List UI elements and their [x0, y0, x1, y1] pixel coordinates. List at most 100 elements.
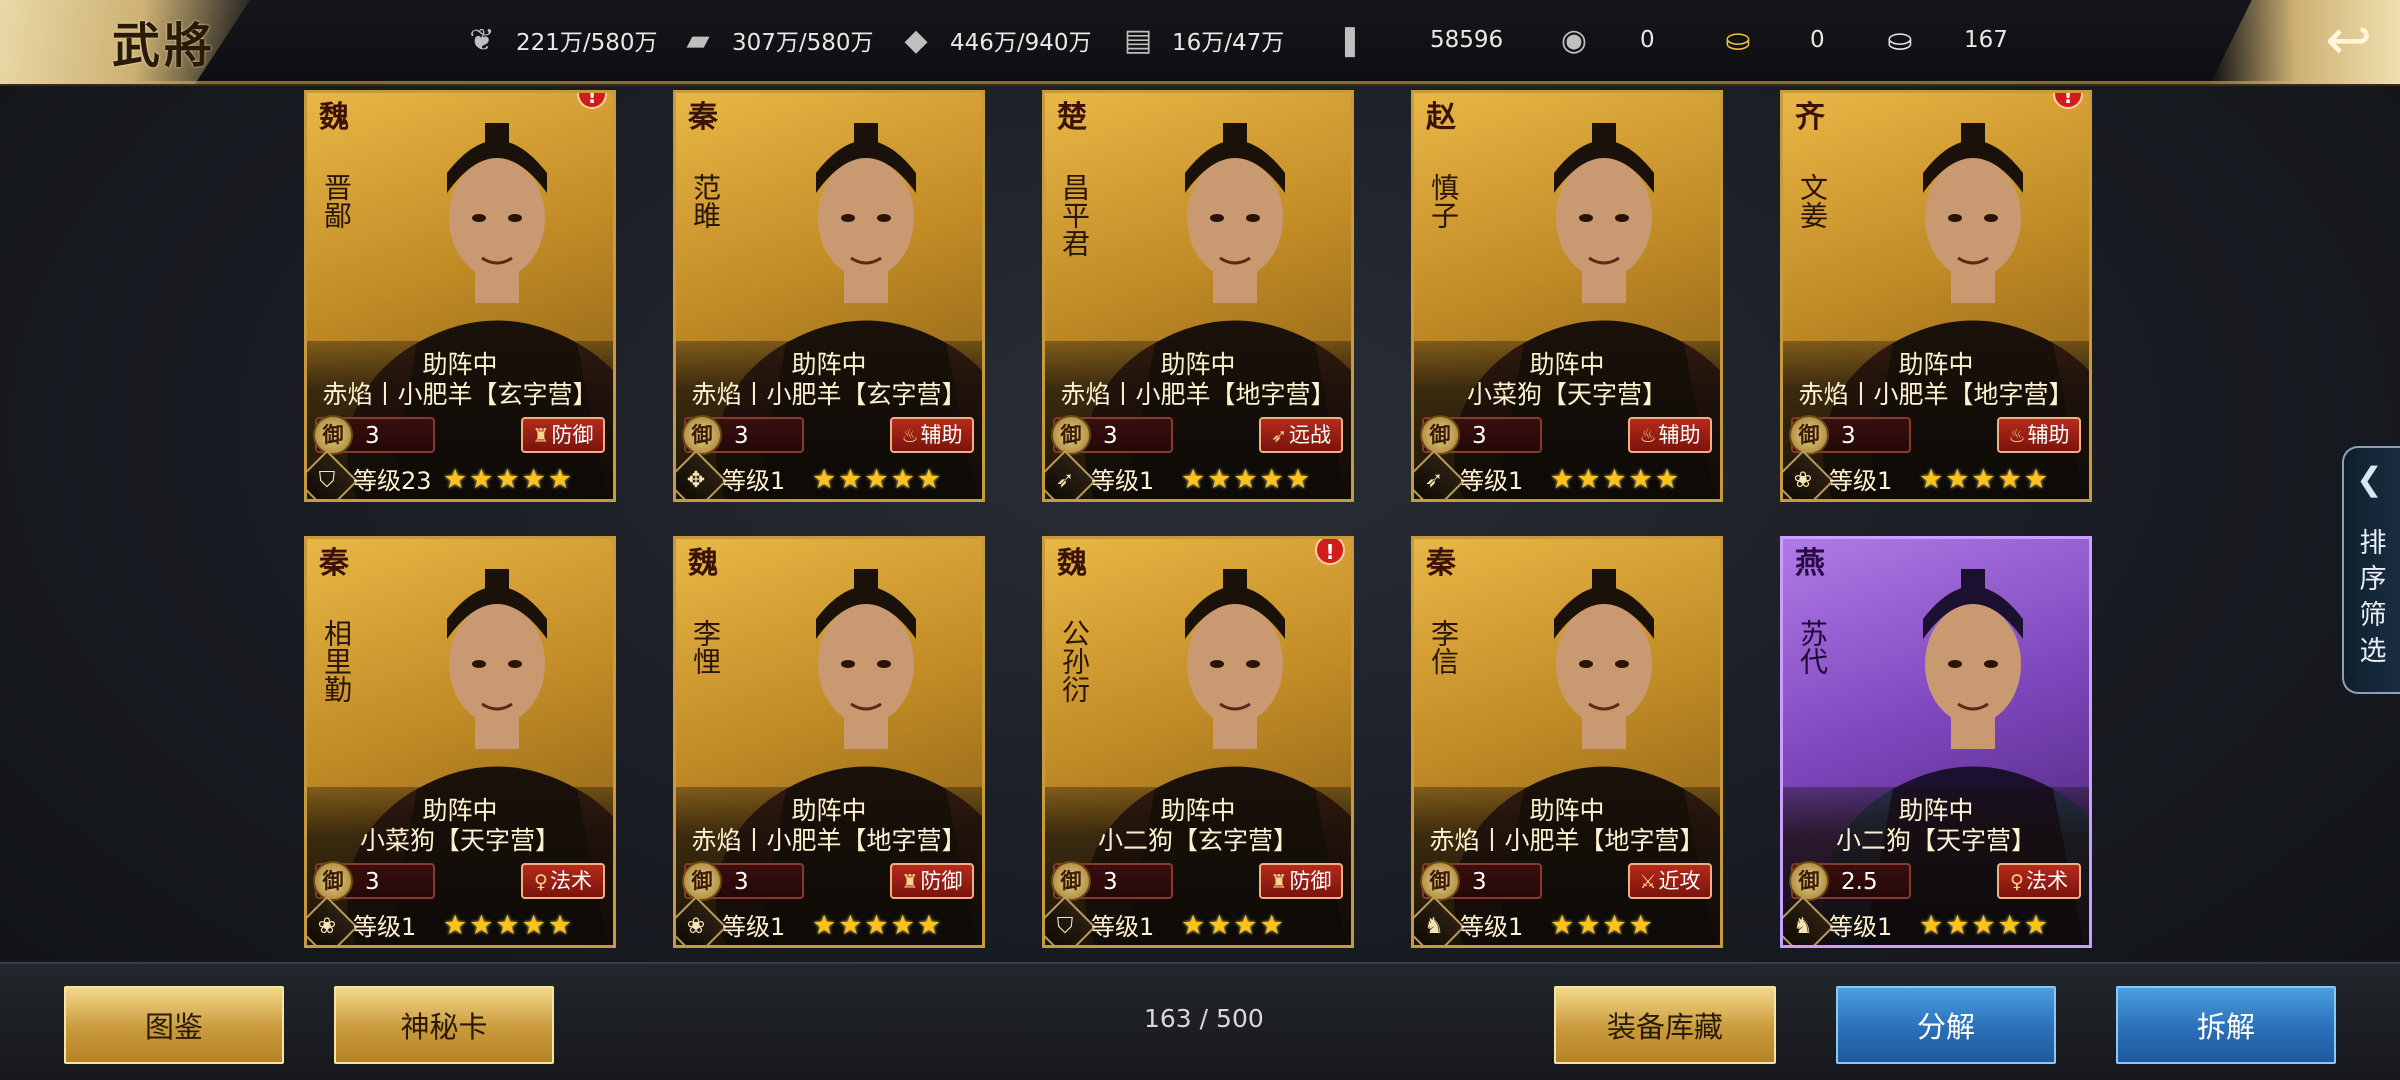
return-arrow-icon: ↩ — [2325, 8, 2372, 73]
general-card[interactable]: 秦 范雎 助阵中 赤焰丨小肥羊【玄字营】 御 3 ♨辅助 ✥ 等级1 ★★★★★ — [673, 90, 985, 502]
cost-box: 御 3 — [313, 415, 435, 455]
resource-food-value: 221万/580万 — [516, 30, 658, 56]
general-card[interactable]: 燕 苏代 助阵中 小二狗【天字营】 御 2.5 ♀法术 ♞ 等级1 ★★★★★ — [1780, 536, 2092, 948]
general-info-panel: 助阵中 赤焰丨小肥羊【玄字营】 御 3 ♜防御 ⛉ 等级23 ★★★★★ — [307, 341, 613, 499]
type-glyph: ⛉ — [1056, 914, 1074, 939]
cost-value: 3 — [1841, 423, 1856, 449]
kingdom-badge: 秦 — [1426, 546, 1456, 581]
cost-badge-icon: 御 — [682, 415, 722, 455]
decompose-button[interactable]: 分解 — [1836, 986, 2056, 1064]
shield-type-icon: ⛉ — [1045, 895, 1097, 945]
role-icon: ♨ — [1639, 425, 1657, 447]
kingdom-badge: 秦 — [688, 100, 718, 135]
star-rating: ★★★★★ — [1550, 464, 1682, 495]
role-label: 法术 — [549, 869, 592, 893]
team-label: 赤焰丨小肥羊【地字营】 — [1060, 380, 1336, 409]
level-label: 等级1 — [1460, 467, 1524, 495]
level-row: ⛉ 等级23 ★★★★★ — [307, 449, 613, 499]
cost-value: 3 — [734, 869, 749, 895]
role-tag: ⚔近攻 — [1628, 863, 1712, 899]
star-rating: ★★★★★ — [1919, 464, 2051, 495]
role-icon: ♜ — [532, 425, 550, 447]
bow-type-icon: ➶ — [1414, 449, 1466, 499]
role-icon: ♜ — [1270, 871, 1288, 893]
general-info-panel: 助阵中 小二狗【玄字营】 御 3 ♜防御 ⛉ 等级1 ★★★★ — [1045, 787, 1351, 945]
cost-value: 2.5 — [1841, 869, 1878, 895]
kingdom-badge: 楚 — [1057, 100, 1087, 135]
wheat-icon: ❦ — [469, 22, 495, 58]
role-tag: ♀法术 — [1997, 863, 2081, 899]
general-card[interactable]: 魏 晋鄙 ! 助阵中 赤焰丨小肥羊【玄字营】 御 3 ♜防御 ⛉ 等级23 ★★… — [304, 90, 616, 502]
general-info-panel: 助阵中 赤焰丨小肥羊【地字营】 御 3 ♜防御 ❀ 等级1 ★★★★★ — [676, 787, 982, 945]
type-glyph: ♞ — [1793, 914, 1813, 939]
kingdom-badge: 赵 — [1426, 100, 1456, 135]
general-card[interactable]: 魏 公孙衍 ! 助阵中 小二狗【玄字营】 御 3 ♜防御 ⛉ 等级1 ★★★★ — [1042, 536, 1354, 948]
general-card[interactable]: 赵 慎子 助阵中 小菜狗【天字营】 御 3 ♨辅助 ➶ 等级1 ★★★★★ — [1411, 90, 1723, 502]
role-icon: ♜ — [901, 871, 919, 893]
role-label: 辅助 — [920, 423, 963, 447]
role-label: 远战 — [1288, 423, 1331, 447]
general-name: 慎子 — [1427, 173, 1460, 229]
general-card[interactable]: 秦 相里勤 助阵中 小菜狗【天字营】 御 3 ♀法术 ❀ 等级1 ★★★★★ — [304, 536, 616, 948]
type-glyph: ❀ — [686, 914, 706, 939]
level-row: ⛉ 等级1 ★★★★ — [1045, 895, 1351, 945]
lotus-type-icon: ❀ — [307, 895, 359, 945]
cost-badge-icon: 御 — [1789, 861, 1829, 901]
equipment-storage-button[interactable]: 装备库藏 — [1554, 986, 1776, 1064]
compass-type-icon: ✥ — [676, 449, 728, 499]
level-label: 等级1 — [1091, 913, 1155, 941]
resource-wood[interactable]: ▰ 307万/580万 — [678, 20, 874, 60]
general-info-panel: 助阵中 小二狗【天字营】 御 2.5 ♀法术 ♞ 等级1 ★★★★★ — [1783, 787, 2089, 945]
resource-coin[interactable]: ◉ 0 — [1554, 20, 1655, 60]
sort-filter-tab[interactable]: ❮ 排序筛选 — [2342, 446, 2400, 694]
resource-food[interactable]: ❦ 221万/580万 — [462, 20, 658, 60]
type-glyph: ➶ — [1055, 468, 1075, 493]
resource-stone[interactable]: ◆ 446万/940万 — [896, 20, 1092, 60]
role-icon: ♨ — [901, 425, 919, 447]
resource-stone-value: 446万/940万 — [950, 30, 1092, 56]
team-label: 赤焰丨小肥羊【玄字营】 — [322, 380, 598, 409]
resource-wood-value: 307万/580万 — [732, 30, 874, 56]
back-button[interactable]: ↩ — [2210, 0, 2400, 84]
cost-box: 御 3 — [682, 861, 804, 901]
shield-type-icon: ⛉ — [307, 449, 359, 499]
cost-badge-icon: 御 — [682, 861, 722, 901]
role-label: 近攻 — [1658, 869, 1701, 893]
type-glyph: ⛉ — [318, 468, 336, 493]
chevron-left-icon: ❮ — [2356, 460, 2383, 498]
type-glyph: ✥ — [686, 468, 706, 493]
cost-badge-icon: 御 — [1051, 415, 1091, 455]
role-tag: ♜防御 — [1259, 863, 1343, 899]
cost-box: 御 3 — [1789, 415, 1911, 455]
level-row: ❀ 等级1 ★★★★★ — [307, 895, 613, 945]
resource-decree[interactable]: ❚ 58596 — [1330, 20, 1503, 60]
disassemble-button[interactable]: 拆解 — [2116, 986, 2336, 1064]
encyclopedia-button[interactable]: 图鉴 — [64, 986, 284, 1064]
page-title: 武將 — [112, 18, 217, 74]
general-name: 公孙衍 — [1058, 619, 1091, 703]
general-card[interactable]: 齐 文姜 ! 助阵中 赤焰丨小肥羊【地字营】 御 3 ♨辅助 ❀ 等级1 ★★★… — [1780, 90, 2092, 502]
general-name: 文姜 — [1796, 173, 1829, 229]
star-rating: ★★★★ — [1550, 910, 1655, 941]
type-glyph: ♞ — [1424, 914, 1444, 939]
level-label: 等级23 — [353, 467, 432, 495]
kingdom-badge: 秦 — [319, 546, 349, 581]
cost-badge-icon: 御 — [1051, 861, 1091, 901]
resource-gold[interactable]: ⛀ 0 — [1718, 20, 1824, 60]
general-card[interactable]: 魏 李悝 助阵中 赤焰丨小肥羊【地字营】 御 3 ♜防御 ❀ 等级1 ★★★★★ — [673, 536, 985, 948]
resource-silver[interactable]: ⛀ 167 — [1880, 20, 2007, 60]
general-card[interactable]: 秦 李信 助阵中 赤焰丨小肥羊【地字营】 御 3 ⚔近攻 ♞ 等级1 ★★★★ — [1411, 536, 1723, 948]
role-label: 法术 — [2025, 869, 2068, 893]
resource-decree-value: 58596 — [1430, 27, 1504, 53]
cost-badge-icon: 御 — [1420, 861, 1460, 901]
general-card[interactable]: 楚 昌平君 助阵中 赤焰丨小肥羊【地字营】 御 3 ➶远战 ➶ 等级1 ★★★★… — [1042, 90, 1354, 502]
general-name: 李信 — [1427, 619, 1460, 675]
role-tag: ♨辅助 — [1997, 417, 2081, 453]
level-label: 等级1 — [353, 913, 417, 941]
mystery-card-button[interactable]: 神秘卡 — [334, 986, 554, 1064]
star-rating: ★★★★★ — [812, 910, 944, 941]
role-icon: ♀ — [2010, 871, 2024, 893]
role-tag: ♜防御 — [890, 863, 974, 899]
resource-iron[interactable]: ▤ 16万/47万 — [1118, 20, 1284, 60]
type-glyph: ➶ — [1424, 468, 1444, 493]
